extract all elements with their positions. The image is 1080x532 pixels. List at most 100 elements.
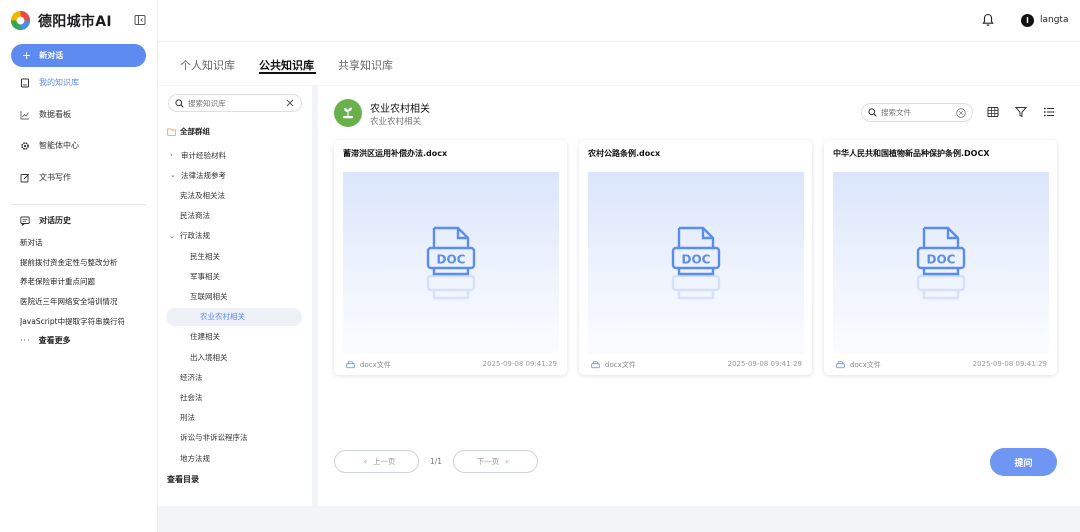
ask-button[interactable]: 提问 <box>990 448 1057 476</box>
view-catalog-link[interactable]: 查看目录 <box>167 474 199 485</box>
nav-my-knowledge-base[interactable]: 我的知识库 <box>20 77 79 88</box>
file-type: docx文件 <box>346 360 391 370</box>
new-chat-button[interactable]: + 新对话 <box>11 44 146 67</box>
history-item[interactable]: 养老保险审计重点问题 <box>20 276 124 287</box>
file-type-label: docx文件 <box>360 361 391 369</box>
plant-icon <box>343 107 353 119</box>
doc-icon-label: DOC <box>682 253 711 267</box>
chevron-left-icon: ‹ <box>363 457 367 466</box>
file-card[interactable]: 中华人民共和国植物新品种保护条例.DOCX DOC docx文件 2025-09-08… <box>824 140 1057 375</box>
collapse-sidebar-icon[interactable] <box>134 14 146 26</box>
tree-root-label: 全部群组 <box>180 127 210 136</box>
file-type-label: docx文件 <box>605 361 636 369</box>
tree-item[interactable]: ⌄ 行政法规 <box>169 227 210 245</box>
tab-public-kb[interactable]: 公共知识库 <box>259 57 314 73</box>
nav-label: 我的知识库 <box>39 78 79 87</box>
clear-icon[interactable] <box>285 98 295 108</box>
file-timestamp: 2025-09-08 09:41:29 <box>727 360 802 368</box>
tree-item[interactable]: 住建相关 <box>190 328 220 346</box>
file-card[interactable]: 农村公路条例.docx DOC docx文件 2025-09-08 09:41:29 <box>579 140 812 375</box>
edit-icon <box>20 173 30 182</box>
file-type-icon <box>591 360 600 368</box>
plus-icon: + <box>22 49 32 62</box>
chevron-icon[interactable]: ⌄ <box>169 232 177 240</box>
gear-icon <box>21 141 29 150</box>
next-page-label: 下一页 <box>476 457 500 466</box>
avatar[interactable]: l <box>1021 14 1034 27</box>
file-type: docx文件 <box>591 360 636 370</box>
tree-item[interactable]: 军事相关 <box>190 267 220 285</box>
tab-personal-kb[interactable]: 个人知识库 <box>180 57 235 73</box>
tree-item[interactable]: 经济法 <box>180 368 203 386</box>
nav-data-dashboard[interactable]: 数据看板 <box>20 109 71 120</box>
tree-item[interactable]: 互联网相关 <box>190 287 228 305</box>
tree-item-label: 出入境相关 <box>190 352 228 362</box>
tree-item-label: 社会法 <box>180 392 203 402</box>
see-more-label: 查看更多 <box>38 336 71 345</box>
chevron-icon[interactable]: ⌄ <box>170 171 178 179</box>
next-page-button[interactable]: 下一页 › <box>453 450 538 473</box>
tree-item[interactable]: 民生相关 <box>190 247 220 265</box>
tree-item[interactable]: 刑法 <box>180 409 195 427</box>
app-title: 德阳城市AI <box>38 13 112 30</box>
nav-document-writing[interactable]: 文书写作 <box>20 172 71 183</box>
tree-item[interactable]: 地方法规 <box>180 449 210 467</box>
file-search-input[interactable] <box>881 108 956 117</box>
file-type: docx文件 <box>836 360 881 370</box>
username[interactable]: langta <box>1040 15 1068 25</box>
prev-page-button[interactable]: ‹ 上一页 <box>334 450 419 473</box>
tree-item-label: 地方法规 <box>180 453 210 463</box>
brand[interactable]: 德阳城市AI <box>10 10 112 31</box>
tree-item-label: 农业农村相关 <box>200 312 245 322</box>
tree-item-label: 军事相关 <box>190 271 220 281</box>
file-timestamp: 2025-09-08 09:41:29 <box>482 360 557 368</box>
page-indicator: 1/1 <box>430 457 443 466</box>
tree-item-label: 住建相关 <box>190 332 220 342</box>
tree-item-label: 宪法及相关法 <box>180 190 225 200</box>
tree-item-label: 民生相关 <box>190 251 220 261</box>
tree-item[interactable]: 诉讼与非诉讼程序法 <box>180 429 248 447</box>
top-bar: l langta <box>158 0 1080 42</box>
kb-badge <box>334 99 362 127</box>
active-tab-indicator <box>259 72 316 74</box>
tree-item[interactable]: 宪法及相关法 <box>180 186 225 204</box>
list-view-icon[interactable] <box>1043 106 1055 118</box>
file-card[interactable]: 蓄滞洪区运用补偿办法.docx DOC docx文件 2025-09-08 09:41… <box>334 140 567 375</box>
filter-icon[interactable] <box>1015 106 1027 118</box>
tree-item[interactable]: › 审计经验材料 <box>170 146 226 164</box>
history-item[interactable]: JavaScript中提取字符串换行符 <box>20 316 124 327</box>
see-more-history[interactable]: ··· 查看更多 <box>20 335 71 346</box>
group-tree-panel: 全部群组 ›审计经验材料⌄法律法规参考宪法及相关法民法商法⌄行政法规民生相关军事… <box>158 86 312 506</box>
file-type-label: docx文件 <box>850 361 881 369</box>
tree-item[interactable]: 出入境相关 <box>190 348 228 366</box>
tree-item-label: 互联网相关 <box>190 291 228 301</box>
history-item[interactable]: 提前拨付资金定性与整改分析 <box>20 257 124 268</box>
tree-item-label: 民法商法 <box>180 211 210 221</box>
grid-view-icon[interactable] <box>987 106 999 118</box>
search-icon <box>175 98 184 108</box>
prev-page-label: 上一页 <box>372 457 396 466</box>
tree-item-label: 刑法 <box>180 413 195 423</box>
chart-icon <box>20 110 29 119</box>
chevron-icon[interactable]: › <box>170 151 178 159</box>
tree-item-label: 行政法规 <box>180 231 210 241</box>
tree-item[interactable]: 农业农村相关 <box>166 307 302 326</box>
tree-item[interactable]: ⌄ 法律法规参考 <box>170 166 226 184</box>
file-type-icon <box>836 360 845 368</box>
tab-shared-kb[interactable]: 共享知识库 <box>338 57 393 73</box>
history-item[interactable]: 医院近三年网络安全培训情况 <box>20 296 124 307</box>
tree-search-input[interactable] <box>188 98 288 108</box>
tree-item[interactable]: 社会法 <box>180 388 203 406</box>
bell-icon[interactable] <box>982 13 994 27</box>
doc-file-icon: DOC <box>671 226 721 300</box>
tree-item-label: 审计经验材料 <box>181 150 226 160</box>
kb-title: 农业农村相关 <box>370 104 430 115</box>
file-preview: DOC <box>588 172 804 354</box>
tree-root-all-groups[interactable]: 全部群组 <box>167 126 210 137</box>
nav-agent-center[interactable]: 智能体中心 <box>20 140 79 151</box>
history-item[interactable]: 新对话 <box>20 237 124 248</box>
clear-icon[interactable] <box>956 108 966 118</box>
sidebar-divider <box>11 204 146 205</box>
logo-icon <box>10 10 31 31</box>
tree-item[interactable]: 民法商法 <box>180 207 210 225</box>
